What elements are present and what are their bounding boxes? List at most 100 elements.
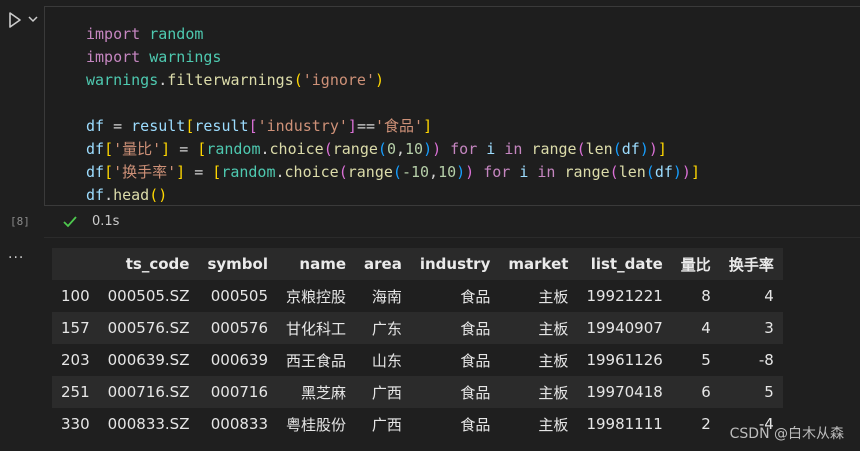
code-token: filterwarnings xyxy=(167,71,294,89)
table-cell: 000716 xyxy=(210,383,268,401)
code-token: '食品' xyxy=(375,117,424,135)
table-cell: 食品 xyxy=(460,351,491,370)
code-line: df.head() xyxy=(86,184,700,207)
table-cell: 食品 xyxy=(460,319,491,338)
code-token: . xyxy=(275,163,285,181)
table-cell: 000576.SZ xyxy=(107,319,190,337)
table-cell: 2 xyxy=(701,415,711,433)
table-cell: 000639.SZ xyxy=(107,351,190,369)
code-token: = xyxy=(185,163,213,181)
code-line: warnings.filterwarnings('ignore') xyxy=(86,69,700,92)
code-token: df xyxy=(86,117,105,135)
code-token: [ xyxy=(104,140,114,158)
row-index: 157 xyxy=(61,319,90,337)
code-token: ] xyxy=(176,163,186,181)
code-token: for xyxy=(483,163,511,181)
code-token: random xyxy=(221,163,276,181)
table-cell: 主板 xyxy=(538,415,569,434)
code-line: df = result[result['industry']=='食品'] xyxy=(86,115,700,138)
code-text[interactable]: import random import warnings warnings. fil… xyxy=(86,23,700,207)
table-cell: 食品 xyxy=(460,287,491,306)
table-cell: -8 xyxy=(758,351,774,369)
run-cell-button[interactable] xyxy=(6,10,24,30)
code-token: , xyxy=(395,140,405,158)
table-row: 330 000833.SZ 000833 粤桂股份 广西 食品 主板 19981111 2 -4 xyxy=(52,408,783,440)
notebook-cell: import random import warnings warnings. fil… xyxy=(0,0,860,451)
code-line: df['换手率'] = [random.choice(range(-10,10)… xyxy=(86,161,700,184)
cell-status: 0.1s xyxy=(62,214,119,229)
table-cell: 甘化科工 xyxy=(286,319,347,338)
table-cell: 000716.SZ xyxy=(107,383,190,401)
code-line: import random xyxy=(86,23,700,46)
code-line: df['量比'] = [random.choice(range(0,10)) f… xyxy=(86,138,700,161)
table-cell: 4 xyxy=(764,287,774,305)
table-cell: 海南 xyxy=(371,287,402,306)
table-cell: 19970418 xyxy=(586,383,663,401)
code-token: ) xyxy=(465,163,475,181)
code-token: i xyxy=(486,140,496,158)
column-header xyxy=(52,248,99,280)
code-token: . xyxy=(260,140,270,158)
code-token: len xyxy=(618,163,646,181)
table-cell: 主板 xyxy=(538,351,569,370)
code-token: for xyxy=(450,140,478,158)
column-header: area xyxy=(355,248,411,280)
table-cell: 广西 xyxy=(371,415,402,434)
checkmark-icon xyxy=(63,215,77,227)
code-token: ) xyxy=(432,140,442,158)
table-cell: 食品 xyxy=(460,383,491,402)
output-menu-button[interactable]: ... xyxy=(8,246,24,262)
ellipsis-icon: ... xyxy=(8,246,25,262)
run-options-button[interactable] xyxy=(26,12,40,26)
code-token: result xyxy=(131,117,186,135)
code-token: warnings xyxy=(86,71,159,89)
table-cell: 19940907 xyxy=(586,319,663,337)
table-cell: 广东 xyxy=(371,319,402,338)
table-cell: 主板 xyxy=(538,383,569,402)
table-cell: 000833.SZ xyxy=(107,415,190,433)
table-cell: 19961126 xyxy=(586,351,663,369)
code-token: ) xyxy=(639,140,649,158)
code-token: df xyxy=(86,140,105,158)
code-token: ) xyxy=(648,140,658,158)
code-token: , xyxy=(429,163,439,181)
execution-count: [8] xyxy=(10,215,30,228)
table-cell: 5 xyxy=(764,383,774,401)
column-header: name xyxy=(277,248,356,280)
code-token: ) xyxy=(456,163,466,181)
code-editor[interactable]: import random import warnings warnings. fil… xyxy=(44,6,860,206)
table-cell: 5 xyxy=(701,351,711,369)
code-token: ] xyxy=(423,117,433,135)
chevron-down-icon xyxy=(28,16,38,23)
code-token: choice xyxy=(284,163,339,181)
code-token: import xyxy=(86,48,141,66)
code-token: ] xyxy=(690,163,700,181)
code-token: ( xyxy=(576,140,586,158)
code-token: ) xyxy=(423,140,433,158)
code-token: head xyxy=(113,186,150,204)
code-token: [ xyxy=(197,140,207,158)
code-token: ( xyxy=(149,186,159,204)
row-index: 330 xyxy=(61,415,90,433)
table-cell: 食品 xyxy=(460,415,491,434)
code-token: warnings xyxy=(149,48,222,66)
table-cell: 000576 xyxy=(210,319,268,337)
code-token: ( xyxy=(293,71,303,89)
code-token: ( xyxy=(338,163,348,181)
table-cell: 山东 xyxy=(371,351,402,370)
table-row: 251 000716.SZ 000716 黑芝麻 广西 食品 主板 19970418 6 5 xyxy=(52,376,783,408)
watermark: CSDN @白木从森 xyxy=(729,426,844,442)
code-token: ( xyxy=(609,163,619,181)
code-token: random xyxy=(149,25,204,43)
code-token: 10 xyxy=(438,163,457,181)
code-token: range xyxy=(347,163,393,181)
column-header: 量比 xyxy=(671,248,720,280)
code-token: random xyxy=(206,140,261,158)
column-header: list_date xyxy=(577,248,672,280)
table-cell: 黑芝麻 xyxy=(301,383,347,402)
code-token: df xyxy=(86,186,105,204)
code-token: df xyxy=(621,140,640,158)
